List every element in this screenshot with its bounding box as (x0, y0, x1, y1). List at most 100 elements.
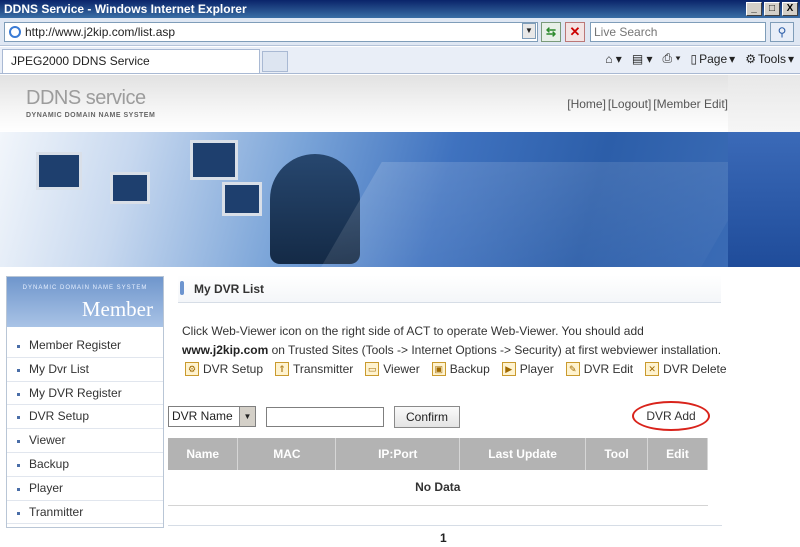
sidebar-item-backup[interactable]: Backup (7, 453, 163, 477)
search-field-select[interactable]: DVR Name ▼ (168, 406, 256, 427)
monitor-image (36, 152, 82, 190)
monitor-image (222, 182, 262, 216)
legend-label: Player (519, 362, 554, 376)
column-header: Edit (647, 438, 708, 470)
tab-ddns-service[interactable]: JPEG2000 DDNS Service (2, 49, 260, 73)
monitor-image (110, 172, 150, 204)
instructions-part2: on Trusted Sites (Tools -> Internet Opti… (268, 343, 722, 357)
legend-label: DVR Delete (663, 362, 727, 376)
window-title-bar: DDNS Service - Windows Internet Explorer… (0, 0, 800, 18)
sidebar-item-tranmitter[interactable]: Tranmitter (7, 501, 163, 525)
monitor-image (190, 140, 238, 180)
legend-label: Backup (449, 362, 490, 376)
sidebar-header-title: Member (81, 297, 153, 321)
transmitter-icon: ⇑ (275, 362, 290, 376)
search-row: DVR Name ▼ Confirm DVR Add (168, 401, 722, 431)
url-field[interactable]: http://www.j2kip.com/list.asp (4, 22, 538, 42)
command-bar: ⌂ ▾ ▤ ▾ ⎙ ▾ ▯ Page ▾ ⚙ Tools ▾ (605, 51, 794, 66)
refresh-icon[interactable]: ⇆ (541, 22, 561, 42)
feeds-icon[interactable]: ▤ ▾ (632, 52, 653, 66)
select-value: DVR Name (172, 409, 233, 423)
right-banner-strip (728, 132, 800, 267)
page-icon: ▯ (690, 51, 698, 66)
banner-image (0, 132, 728, 267)
stop-icon[interactable]: ✕ (565, 22, 585, 42)
tab-bar: JPEG2000 DDNS Service ⌂ ▾ ▤ ▾ ⎙ ▾ ▯ Page … (0, 47, 800, 74)
dvr-table: Name MAC IP:Port Last Update Tool Edit N… (168, 438, 708, 506)
legend-dvr-delete: ✕ DVR Delete (645, 362, 727, 376)
page-title: My DVR List (194, 282, 265, 296)
keyboard-image (318, 162, 728, 267)
live-search-input[interactable] (590, 22, 766, 42)
logout-link[interactable]: [Logout] (608, 97, 651, 111)
column-header: Name (168, 438, 239, 470)
legend-viewer: ▭ Viewer (365, 362, 420, 376)
url-dropdown-button[interactable]: ▼ (522, 23, 536, 39)
page-menu[interactable]: ▯ Page ▾ (691, 52, 736, 66)
dvr-add-button[interactable]: DVR Add (632, 401, 710, 431)
sidebar-item-viewer[interactable]: Viewer (7, 429, 163, 453)
legend-player: ▶ Player (501, 362, 554, 376)
legend-label: DVR Setup (203, 362, 264, 376)
column-header: IP:Port (335, 438, 461, 470)
column-header: Last Update (459, 438, 587, 470)
edit-icon: ✎ (565, 362, 580, 376)
monitor-icon: ▭ (365, 362, 380, 376)
search-input[interactable] (266, 407, 384, 427)
print-icon[interactable]: ⎙ ▾ (663, 51, 681, 66)
sidebar-header-subtitle: DYNAMIC DOMAIN NAME SYSTEM (22, 285, 148, 291)
window-controls: _ □ X (746, 2, 798, 16)
minimize-button[interactable]: _ (746, 2, 762, 16)
url-text: http://www.j2kip.com/list.asp (25, 25, 176, 39)
tab-label: JPEG2000 DDNS Service (11, 54, 150, 68)
new-tab-button[interactable] (262, 51, 288, 72)
top-links: [Home] [Logout] [Member Edit] (567, 97, 728, 111)
search-icon[interactable]: ⚲ (770, 22, 794, 42)
page-menu-label: Page (699, 51, 728, 66)
site-logo-subtitle: DYNAMIC DOMAIN NAME SYSTEM (26, 112, 156, 119)
sidebar-item-player[interactable]: Player (7, 477, 163, 501)
home-icon[interactable]: ⌂ ▾ (605, 52, 622, 66)
sidebar-item-dvr-setup[interactable]: DVR Setup (7, 405, 163, 430)
instructions-text: Click Web-Viewer icon on the right side … (182, 322, 722, 360)
tools-menu-label: Tools (757, 51, 786, 66)
sidebar-menu: Member Register My Dvr List My DVR Regis… (7, 334, 163, 525)
column-header: Tool (585, 438, 649, 470)
legend-backup: ▣ Backup (431, 362, 490, 376)
gear-icon: ⚙ (745, 51, 756, 66)
home-link[interactable]: [Home] (567, 97, 606, 111)
legend-transmitter: ⇑ Transmitter (275, 362, 353, 376)
site-logo: DDNS service (26, 87, 146, 109)
delete-icon: ✕ (645, 362, 660, 376)
address-bar: http://www.j2kip.com/list.asp ▼ ⇆ ✕ ⚲ (0, 18, 800, 46)
close-button[interactable]: X (782, 2, 798, 16)
table-row: No Data (168, 470, 708, 506)
sidebar-item-my-dvr-register[interactable]: My DVR Register (7, 382, 163, 406)
ie-page-icon (9, 26, 21, 38)
table-header-row: Name MAC IP:Port Last Update Tool Edit (168, 438, 708, 470)
maximize-button[interactable]: □ (764, 2, 780, 16)
column-header: MAC (237, 438, 337, 470)
confirm-button[interactable]: Confirm (394, 406, 460, 428)
sidebar-item-member-register[interactable]: Member Register (7, 334, 163, 358)
page-content: DDNS service DYNAMIC DOMAIN NAME SYSTEM … (0, 75, 800, 547)
right-header-strip (728, 75, 800, 132)
disk-icon: ▣ (431, 362, 446, 376)
sidebar-header: DYNAMIC DOMAIN NAME SYSTEM Member (7, 277, 163, 327)
tools-menu[interactable]: ⚙ Tools ▾ (745, 52, 794, 66)
legend-dvr-setup: ⚙ DVR Setup (185, 362, 263, 376)
page-number-link[interactable]: 1 (440, 531, 447, 545)
legend-label: DVR Edit (583, 362, 634, 376)
site-header: DDNS service DYNAMIC DOMAIN NAME SYSTEM … (0, 75, 728, 132)
title-marker (180, 281, 184, 295)
member-edit-link[interactable]: [Member Edit] (653, 97, 728, 111)
empty-table-message: No Data (168, 470, 708, 506)
gear-icon: ⚙ (185, 362, 199, 376)
chevron-down-icon[interactable]: ▼ (239, 407, 255, 426)
sidebar-item-my-dvr-list[interactable]: My Dvr List (7, 358, 163, 382)
member-sidebar: DYNAMIC DOMAIN NAME SYSTEM Member Member… (6, 276, 164, 528)
legend-label: Transmitter (293, 362, 354, 376)
legend-dvr-edit: ✎ DVR Edit (565, 362, 634, 376)
legend-label: Viewer (383, 362, 420, 376)
section-title-bar: My DVR List (178, 275, 721, 303)
